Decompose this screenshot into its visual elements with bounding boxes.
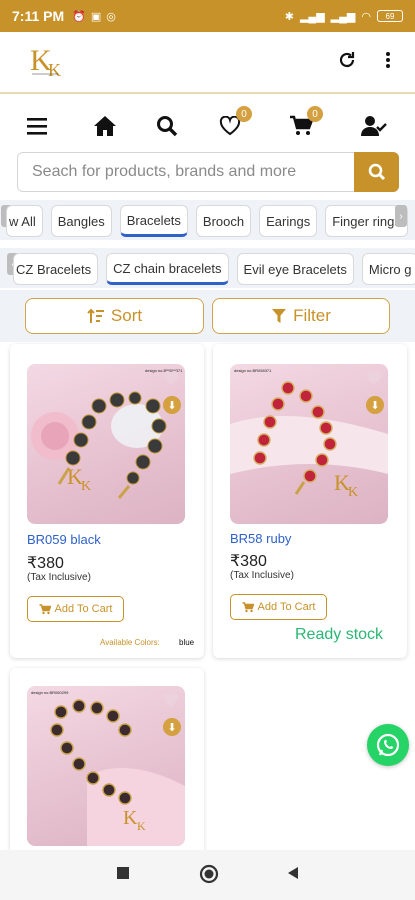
cart-badge: 0 bbox=[307, 106, 323, 122]
subcategory-chip[interactable]: Evil eye Bracelets bbox=[236, 253, 354, 285]
product-card[interactable]: K K design no.BR058371 ⬇ BR58 ruby ₹380 … bbox=[213, 344, 407, 658]
home-nav-icon[interactable] bbox=[199, 864, 219, 889]
svg-text:K: K bbox=[348, 485, 358, 500]
status-bar: 7:11 PM ⏰ ▣ ◎ ✱ ▂▄▆ ▂▄▆ ◠ 69 bbox=[0, 0, 415, 32]
product-card[interactable]: K K design no.BR060299 ⬇ bbox=[10, 668, 204, 850]
whatsapp-button[interactable] bbox=[367, 724, 409, 766]
product-name[interactable]: BR58 ruby bbox=[230, 531, 291, 546]
category-tabs: ‹ w All Bangles Bracelets Brooch Earings… bbox=[0, 200, 415, 240]
product-name[interactable]: BR059 black bbox=[27, 532, 101, 547]
bluetooth-icon: ✱ bbox=[284, 10, 294, 23]
back-nav-icon[interactable] bbox=[286, 866, 300, 885]
product-image[interactable]: K K design no.BR058371 ⬇ bbox=[230, 364, 388, 524]
hamburger-menu-icon[interactable] bbox=[24, 112, 52, 140]
product-image[interactable]: K K design no.BR060299 ⬇ bbox=[27, 686, 185, 846]
sort-label: Sort bbox=[110, 306, 143, 325]
tax-note: (Tax Inclusive) bbox=[230, 570, 294, 581]
download-icon[interactable]: ⬇ bbox=[366, 396, 384, 414]
tax-note: (Tax Inclusive) bbox=[27, 572, 91, 583]
available-colors-value: blue bbox=[179, 638, 195, 647]
search-icon bbox=[368, 163, 385, 181]
battery-level: 69 bbox=[385, 11, 395, 21]
refresh-icon[interactable] bbox=[337, 50, 357, 76]
add-to-cart-label: Add To Cart bbox=[257, 601, 316, 613]
notification-icons: ⏰ ▣ ◎ bbox=[72, 10, 116, 23]
filter-label: Filter bbox=[293, 306, 331, 325]
status-time: 7:11 PM bbox=[12, 8, 65, 24]
battery-icon: 69 bbox=[377, 10, 403, 22]
category-chip[interactable]: Bangles bbox=[50, 205, 112, 237]
add-to-cart-button[interactable]: Add To Cart bbox=[230, 594, 327, 620]
sort-icon bbox=[87, 308, 104, 323]
subcategory-chip-active[interactable]: CZ chain bracelets bbox=[106, 253, 229, 285]
product-price: ₹380 bbox=[230, 553, 267, 570]
sort-button[interactable]: Sort bbox=[25, 298, 204, 334]
system-nav-bar bbox=[0, 850, 415, 900]
wishlist-badge: 0 bbox=[236, 106, 252, 122]
category-chip-active[interactable]: Bracelets bbox=[119, 205, 188, 237]
whatsapp-icon bbox=[376, 733, 400, 757]
cart-small-icon bbox=[242, 601, 254, 612]
svg-text:K: K bbox=[81, 479, 91, 494]
stock-status: Ready stock bbox=[295, 626, 384, 643]
add-to-cart-button[interactable]: Add To Cart bbox=[27, 596, 124, 622]
cart-icon[interactable]: 0 bbox=[287, 106, 323, 140]
more-menu-icon[interactable] bbox=[384, 50, 392, 76]
filter-icon bbox=[272, 309, 287, 323]
product-image[interactable]: K K design no.BR059371 ⬇ bbox=[27, 364, 185, 524]
message-icon: ▣ bbox=[90, 10, 102, 23]
download-icon[interactable]: ⬇ bbox=[163, 718, 181, 736]
add-to-cart-label: Add To Cart bbox=[54, 603, 113, 615]
category-chip[interactable]: Earings bbox=[259, 205, 318, 237]
search-nav-icon[interactable] bbox=[153, 112, 181, 140]
user-account-icon[interactable] bbox=[360, 112, 388, 140]
subcategory-chip[interactable]: CZ Bracelets bbox=[13, 253, 99, 285]
whatsapp-notify-icon: ◎ bbox=[106, 10, 116, 23]
favorite-icon[interactable] bbox=[163, 692, 179, 708]
search-bar bbox=[17, 152, 399, 192]
product-price: ₹380 bbox=[27, 555, 64, 572]
favorite-icon[interactable] bbox=[366, 370, 382, 386]
image-caption: design no.BR058371 bbox=[234, 368, 272, 373]
search-input[interactable] bbox=[18, 153, 355, 191]
subcategory-chip[interactable]: Micro g bbox=[361, 253, 415, 285]
favorite-icon[interactable] bbox=[163, 370, 179, 386]
recent-apps-icon[interactable] bbox=[116, 866, 130, 885]
sort-filter-bar: Sort Filter bbox=[0, 290, 415, 342]
product-card[interactable]: K K design no.BR059371 ⬇ BR059 black ₹38… bbox=[10, 344, 204, 658]
wishlist-icon[interactable]: 0 bbox=[216, 106, 252, 140]
home-icon[interactable] bbox=[91, 112, 119, 140]
product-grid: K K design no.BR059371 ⬇ BR059 black ₹38… bbox=[0, 342, 415, 850]
image-caption: design no.BR060299 bbox=[31, 690, 69, 695]
download-icon[interactable]: ⬇ bbox=[163, 396, 181, 414]
search-button[interactable] bbox=[354, 152, 399, 192]
alarm-icon: ⏰ bbox=[72, 10, 86, 23]
filter-button[interactable]: Filter bbox=[212, 298, 390, 334]
available-colors-label: Available Colors: bbox=[100, 638, 160, 647]
svg-text:K: K bbox=[137, 819, 146, 833]
category-chip[interactable]: w All bbox=[6, 205, 43, 237]
nav-row: 0 0 bbox=[0, 106, 415, 148]
svg-text:K: K bbox=[48, 60, 61, 80]
subcategory-tabs: ‹ CZ Bracelets CZ chain bracelets Evil e… bbox=[0, 248, 415, 288]
wifi-icon: ◠ bbox=[361, 10, 371, 23]
brand-logo[interactable]: K K bbox=[28, 40, 76, 80]
app-bar: K K bbox=[0, 32, 415, 94]
scroll-right-icon[interactable]: › bbox=[395, 205, 407, 227]
svg-text:K: K bbox=[123, 807, 138, 829]
cart-small-icon bbox=[39, 603, 51, 614]
category-chip[interactable]: Brooch bbox=[195, 205, 252, 237]
signal2-icon: ▂▄▆ bbox=[330, 10, 356, 23]
signal-icon: ▂▄▆ bbox=[299, 10, 325, 23]
